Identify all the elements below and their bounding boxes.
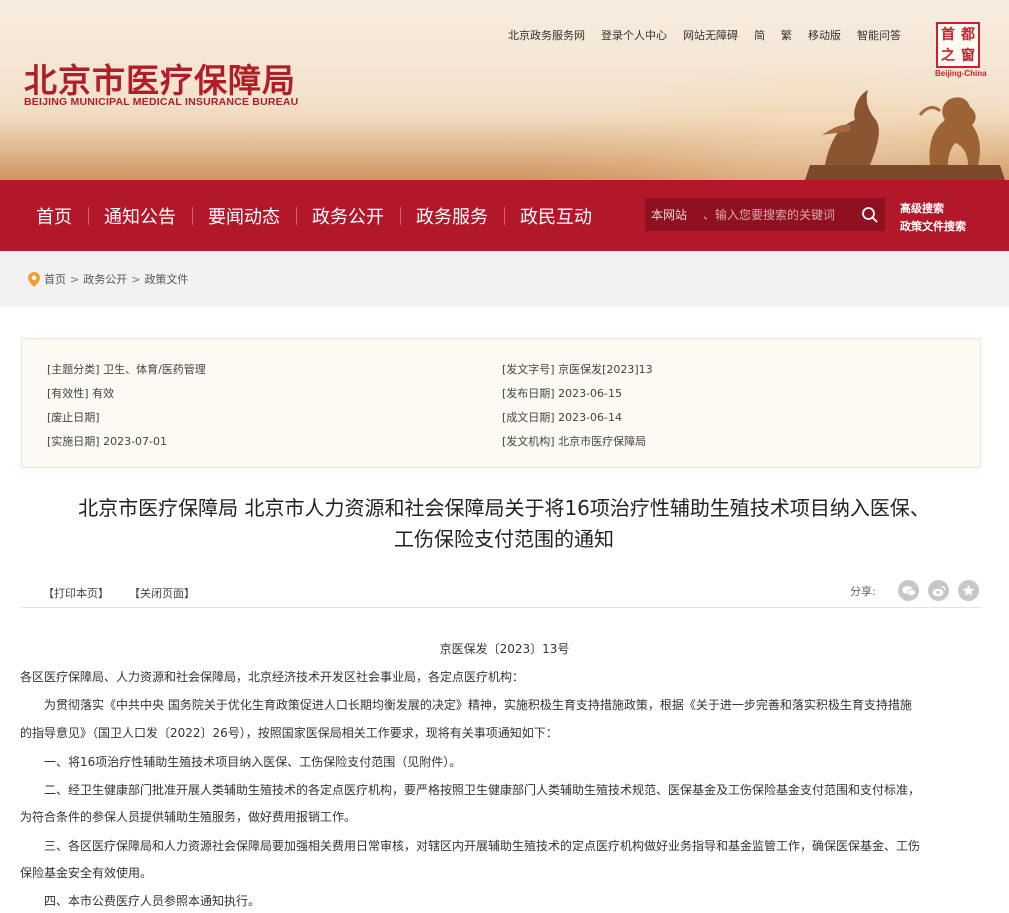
document-number: 京医保发〔2023〕13号 [439,642,570,656]
capital-window-seal-logo[interactable]: 首 都 之 窗 [936,22,980,68]
search-button[interactable] [855,198,885,231]
share-icons [898,580,979,601]
meta-doc-number: [发文字号] 京医保发[2023]13 [502,363,653,376]
document-meta-table: [主题分类] 卫生、体育/医药管理 [有效性] 有效 [废止日期] [实施日期]… [21,338,981,468]
top-link-mobile[interactable]: 移动版 [808,27,841,43]
wechat-share-icon[interactable] [898,580,919,601]
paragraph-item-2-cont: 为符合条件的参保人员提供辅助生殖服务，做好费用报销工作。 [20,810,357,824]
top-link-traditional[interactable]: 繁 [781,27,792,43]
top-link-accessibility[interactable]: 网站无障碍 [683,27,738,43]
nav-item-news[interactable]: 要闻动态 [192,203,296,229]
search-scope[interactable]: 本网站 [645,206,703,223]
meta-effective-date: [实施日期] 2023-07-01 [47,435,168,448]
weibo-share-icon[interactable] [928,580,949,601]
top-link-gov-service[interactable]: 北京政务服务网 [508,27,585,43]
paragraph-intro: 为贯彻落实《中共中央 国务院关于优化生育政策促进人口长期均衡发展的决定》精神，实… [44,698,912,712]
site-logo-english[interactable]: BEIJING MUNICIPAL MEDICAL INSURANCE BURE… [24,96,298,108]
seal-label: Beijing-China [935,69,987,78]
meta-repeal-date: [废止日期] [47,411,100,424]
breadcrumb: 首页 > 政务公开 > 政策文件 [28,271,188,287]
print-page-link[interactable]: 【打印本页】 [43,585,109,601]
policy-search-link[interactable]: 政策文件搜索 [900,218,966,236]
breadcrumb-policy-docs[interactable]: 政策文件 [144,271,188,287]
advanced-search-link[interactable]: 高级搜索 [900,200,966,218]
search-box: 本网站 [645,198,885,231]
paragraph-item-3-cont: 保险基金安全有效使用。 [20,866,153,880]
top-link-login[interactable]: 登录个人中心 [601,27,667,43]
favorite-share-icon[interactable] [958,580,979,601]
search-icon [862,206,878,223]
location-pin-icon [28,271,40,287]
meta-validity: [有效性] 有效 [47,387,115,400]
site-logo-chinese[interactable]: 北京市医疗保障局 [24,54,296,102]
paragraph-item-4: 四、本市公费医疗人员参照本通知执行。 [44,894,261,908]
nav-item-home[interactable]: 首页 [20,203,88,229]
breadcrumb-separator: > [131,272,141,286]
share-label: 分享: [850,585,876,598]
paragraph-item-1: 一、将16项治疗性辅助生殖技术项目纳入医保、工伤保险支付范围（见附件）。 [44,755,462,769]
meta-topic: [主题分类] 卫生、体育/医药管理 [47,363,206,376]
meta-publish-date: [发布日期] 2023-06-15 [502,387,623,400]
top-links: 北京政务服务网 登录个人中心 网站无障碍 简 繁 移动版 智能问答 [508,27,901,43]
paragraph-item-3: 三、各区医疗保障局和人力资源社会保障局要加强相关费用日常审核，对辖区内开展辅助生… [44,839,921,853]
search-input[interactable] [703,207,855,222]
bronze-sculpture-image [805,90,1005,180]
nav-item-gov-affairs[interactable]: 政务公开 [296,203,400,229]
paragraph-intro-cont: 的指导意见》（国卫人口发〔2022〕26号），按照国家医保局相关工作要求，现将有… [20,726,558,740]
breadcrumb-gov-affairs[interactable]: 政务公开 [83,271,127,287]
search-links: 高级搜索 政策文件搜索 [900,200,966,236]
meta-written-date: [成文日期] 2023-06-14 [502,411,623,424]
meta-issuer: [发文机构] 北京市医疗保障局 [502,435,647,448]
article-tools: 【打印本页】 【关闭页面】 [43,585,195,601]
close-page-link[interactable]: 【关闭页面】 [129,585,195,601]
top-link-smart-qa[interactable]: 智能问答 [857,27,901,43]
content-divider [21,607,981,608]
nav-item-interaction[interactable]: 政民互动 [504,203,608,229]
paragraph-item-2: 二、经卫生健康部门批准开展人类辅助生殖技术的各定点医疗机构，要严格按照卫生健康部… [44,783,921,797]
top-link-simplified[interactable]: 简 [754,27,765,43]
breadcrumb-home[interactable]: 首页 [44,271,66,287]
breadcrumb-separator: > [70,272,80,286]
article-title: 北京市医疗保障局 北京市人力资源和社会保障局关于将16项治疗性辅助生殖技术项目纳… [78,496,930,551]
paragraph-addressee: 各区医疗保障局、人力资源和社会保障局，北京经济技术开发区社会事业局，各定点医疗机… [20,670,525,684]
nav-item-gov-services[interactable]: 政务服务 [400,203,504,229]
nav-item-notices[interactable]: 通知公告 [88,203,192,229]
